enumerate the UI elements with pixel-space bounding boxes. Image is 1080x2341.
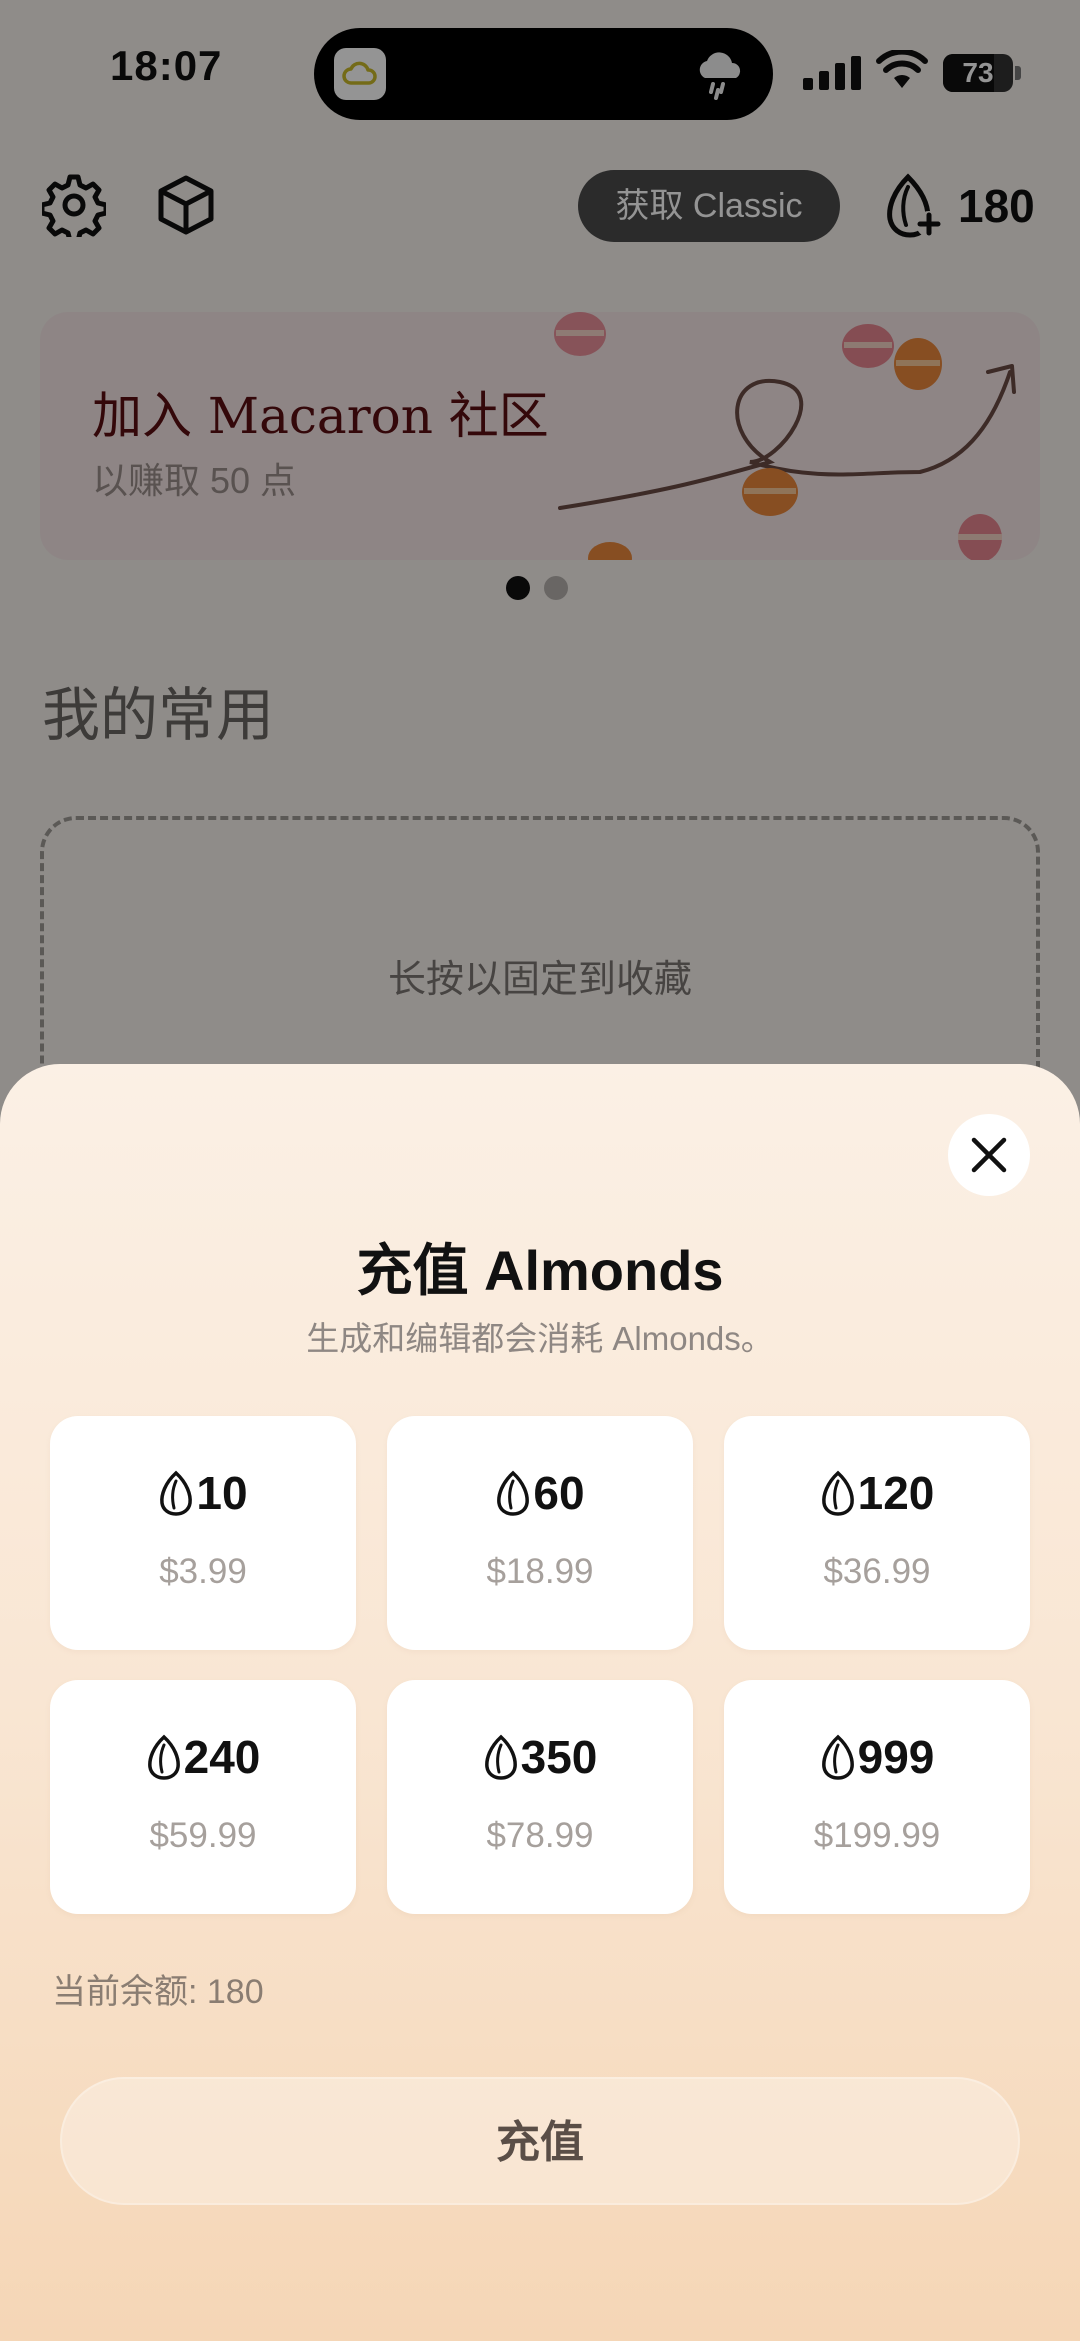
- almond-icon: [160, 1470, 193, 1516]
- almond-icon: [821, 1470, 854, 1516]
- package-card[interactable]: 999 $199.99: [724, 1680, 1030, 1914]
- package-price: $36.99: [823, 1552, 931, 1591]
- sheet-title: 充值 Almonds: [356, 1239, 724, 1302]
- sheet-subtitle: 生成和编辑都会消耗 Almonds。: [306, 1320, 774, 1357]
- package-amount: 60: [533, 1467, 585, 1519]
- current-balance: 当前余额: 180: [52, 1973, 264, 2011]
- package-price: $18.99: [486, 1552, 594, 1591]
- almond-icon: [497, 1470, 530, 1516]
- almond-icon: [147, 1734, 180, 1780]
- almond-icon: [484, 1734, 517, 1780]
- recharge-sheet: 充值 Almonds 生成和编辑都会消耗 Almonds。 10 $3.99 6…: [0, 1064, 1080, 2341]
- package-amount: 999: [857, 1731, 935, 1783]
- almond-icon: [821, 1734, 854, 1780]
- close-icon: [971, 1137, 1007, 1173]
- package-card[interactable]: 120 $36.99: [724, 1416, 1030, 1650]
- package-price: $3.99: [159, 1552, 247, 1591]
- package-price: $199.99: [813, 1816, 941, 1855]
- close-button[interactable]: [948, 1114, 1030, 1196]
- package-grid: 10 $3.99 60 $18.99 120 $36.99 240 $59.99: [50, 1416, 1030, 1914]
- package-card[interactable]: 10 $3.99: [50, 1416, 356, 1650]
- package-price: $78.99: [486, 1816, 594, 1855]
- package-amount: 240: [183, 1731, 261, 1783]
- package-card[interactable]: 240 $59.99: [50, 1680, 356, 1914]
- recharge-button[interactable]: 充值: [60, 2077, 1020, 2205]
- package-card[interactable]: 350 $78.99: [387, 1680, 693, 1914]
- package-price: $59.99: [149, 1816, 257, 1855]
- package-amount: 10: [196, 1467, 248, 1519]
- package-card[interactable]: 60 $18.99: [387, 1416, 693, 1650]
- package-amount: 120: [857, 1467, 935, 1519]
- package-amount: 350: [520, 1731, 598, 1783]
